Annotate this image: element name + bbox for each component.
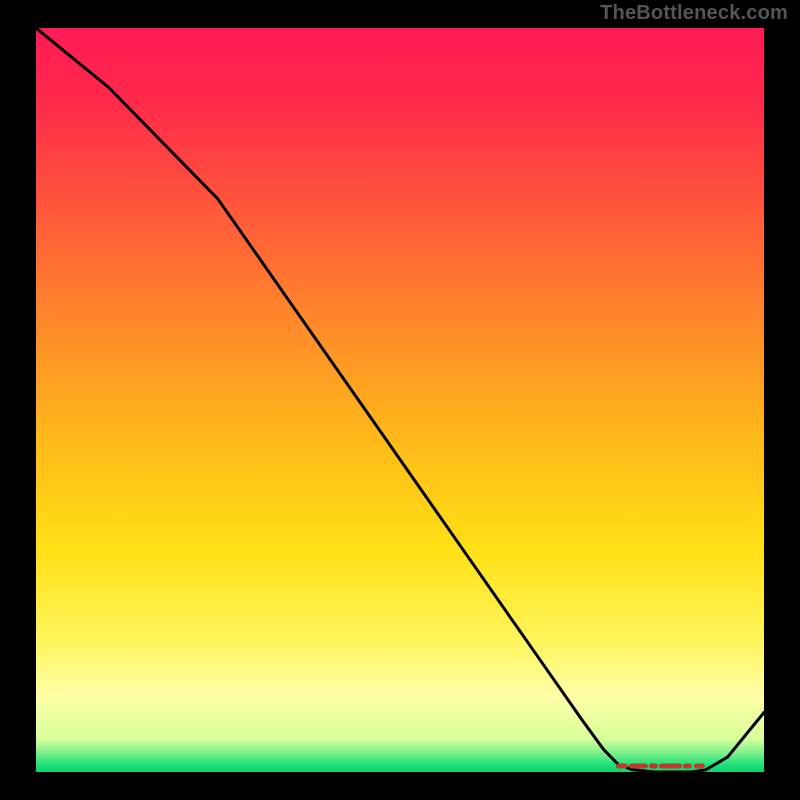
- chart-frame: TheBottleneck.com: [0, 0, 800, 800]
- curve-layer: [36, 28, 764, 772]
- main-curve: [36, 28, 764, 772]
- plot-area: [36, 28, 764, 772]
- attribution-text: TheBottleneck.com: [600, 2, 788, 25]
